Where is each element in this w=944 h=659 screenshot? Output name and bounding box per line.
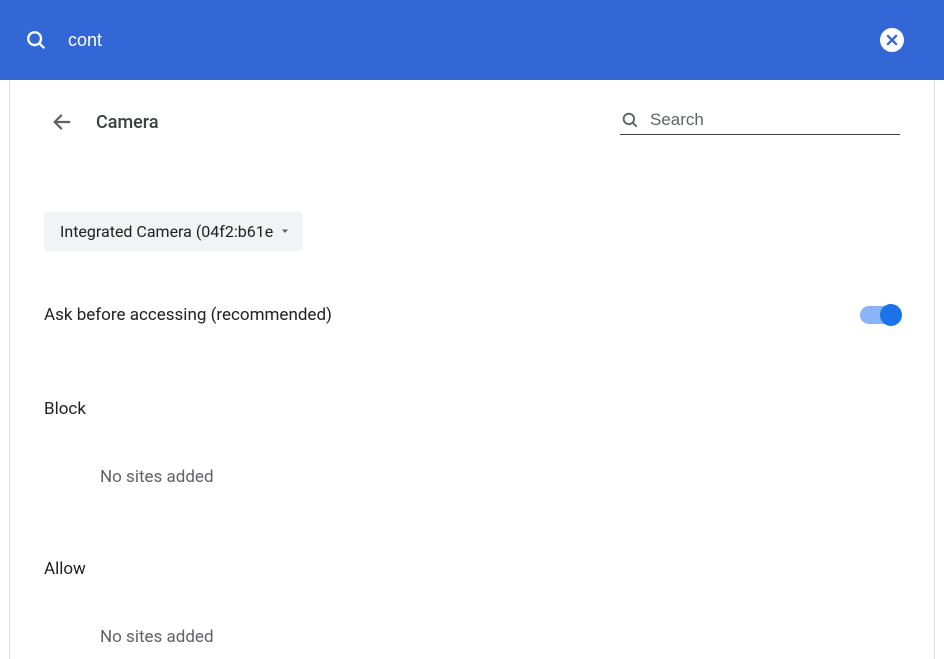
search-icon [620,110,640,130]
ask-before-accessing-label: Ask before accessing (recommended) [44,305,332,325]
settings-section: Integrated Camera (04f2:b61e Ask before … [10,150,934,647]
block-section: Block No sites added [44,399,900,487]
page-title: Camera [96,112,620,133]
right-border [934,80,944,659]
ask-before-accessing-row: Ask before accessing (recommended) [44,305,900,325]
back-button[interactable] [44,104,80,140]
content-area: Camera Integrated Camera (04f2:b61e [10,80,934,659]
chevron-down-icon [279,222,291,241]
clear-search-button[interactable] [880,28,904,52]
toggle-knob [880,304,902,326]
camera-device-label: Integrated Camera (04f2:b61e [60,222,273,241]
top-search-bar [0,0,944,80]
allow-heading: Allow [44,559,900,579]
left-border [0,80,10,659]
allow-section: Allow No sites added [44,559,900,647]
ask-before-accessing-toggle[interactable] [860,306,900,324]
camera-device-select[interactable]: Integrated Camera (04f2:b61e [44,212,303,251]
search-icon [24,28,48,52]
content-wrapper: Camera Integrated Camera (04f2:b61e [0,80,944,659]
block-heading: Block [44,399,900,419]
block-empty-text: No sites added [44,467,900,487]
top-search-input[interactable] [68,30,920,51]
page-search-input[interactable] [650,110,900,130]
allow-empty-text: No sites added [44,627,900,647]
page-search-field[interactable] [620,110,900,135]
page-header: Camera [10,80,934,150]
